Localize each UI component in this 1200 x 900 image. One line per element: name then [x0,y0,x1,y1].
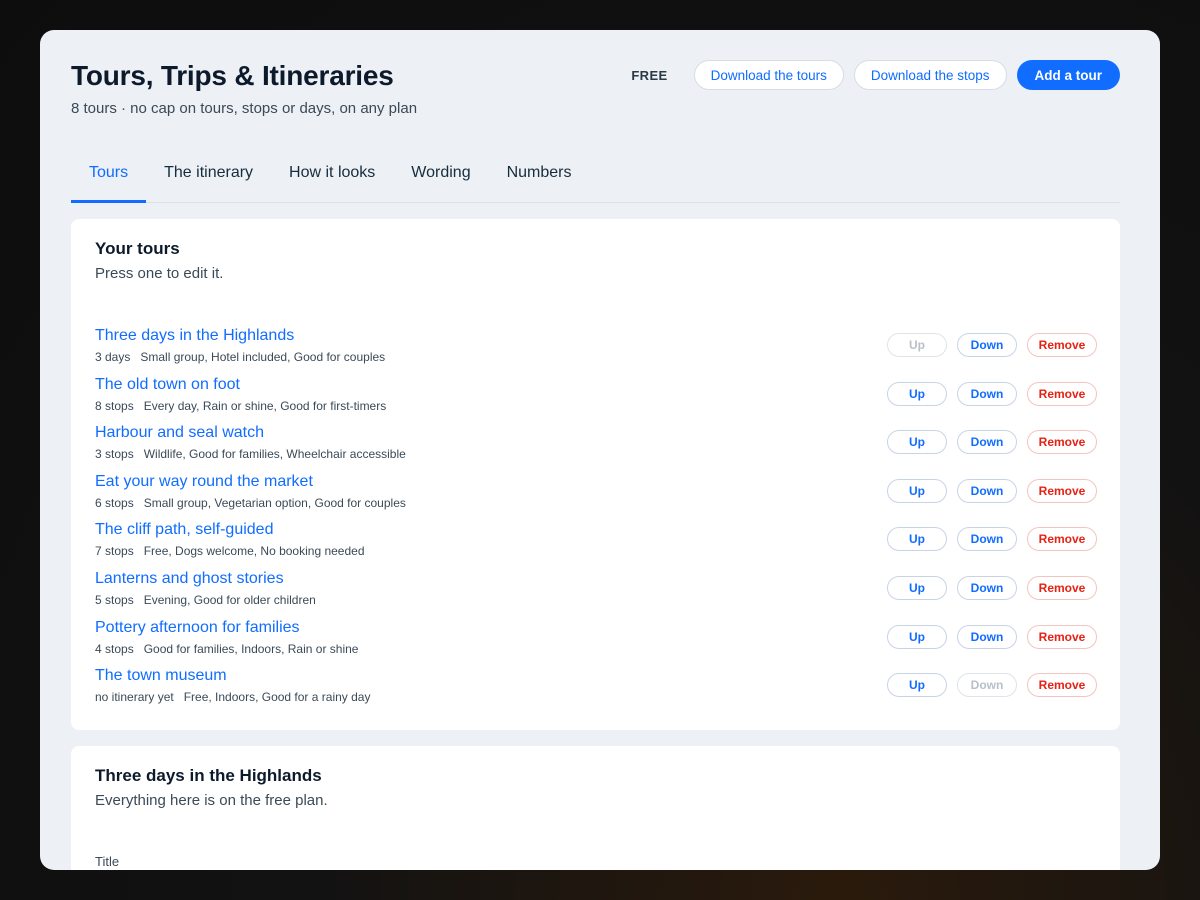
remove-tour-button[interactable]: Remove [1027,333,1097,357]
move-up-button[interactable]: Up [887,478,947,503]
tour-count: 3 days [95,350,131,364]
move-up-button[interactable]: Up [887,575,947,600]
tour-row: Harbour and seal watch 3 stops Wildlife, G… [95,424,1097,473]
header-actions: FREE Download the tours Download the sto… [631,60,1120,90]
tour-tags: Free, Indoors, Good for a rainy day [183,690,371,705]
tours-card-title: Your tours [95,239,180,258]
move-down-button: Down [957,673,1017,698]
tour-count: 6 stops [95,495,134,510]
tour-name-link[interactable]: The cliff path, self-guided [95,521,273,539]
add-tour-button[interactable]: Add a tour [1016,60,1120,90]
move-up-button[interactable]: Up [887,527,947,552]
tour-tags: Evening, Good for older children [143,592,316,607]
tour-row-actions: Up Down Remove [887,333,1097,357]
tour-row: The cliff path, self-guided 7 stops Free, … [95,521,1097,570]
tour-tags: Small group, Vegetarian option, Good for… [143,495,406,510]
tour-tags: Good for families, Indoors, Rain or shin… [143,641,359,656]
download-tours-button[interactable]: Download the tours [693,60,844,90]
move-up-button[interactable]: Up [887,624,947,649]
tab-how-it-looks[interactable]: How it looks [271,152,393,203]
plan-badge: FREE [631,67,668,83]
tour-row: Eat your way round the market 6 stops Smal… [95,473,1097,522]
tour-count: 3 stops [95,447,134,462]
move-down-button[interactable]: Down [957,430,1017,455]
tour-list: Three days in the Highlands 3 days Small g… [95,327,1097,716]
remove-tour-button[interactable]: Remove [1027,381,1097,406]
tour-tags: Free, Dogs welcome, No booking needed [143,544,365,559]
tour-tags: Wildlife, Good for families, Wheelchair … [143,447,406,462]
tour-row-actions: Up Down Remove [887,478,1097,503]
tour-row-actions: Up Down Remove [887,381,1097,406]
tour-row-actions: Up Down Remove [887,673,1097,698]
remove-tour-button[interactable]: Remove [1027,575,1097,600]
tab-wording[interactable]: Wording [393,152,488,203]
tab-bar: Tours The itinerary How it looks Wording… [71,152,1120,203]
remove-tour-button[interactable]: Remove [1027,673,1097,698]
tour-tags: Every day, Rain or shine, Good for first… [143,398,387,413]
move-up-button: Up [887,333,947,357]
move-down-button[interactable]: Down [957,478,1017,503]
tour-name-link[interactable]: Harbour and seal watch [95,424,264,442]
tab-numbers[interactable]: Numbers [489,152,590,203]
tour-row-actions: Up Down Remove [887,624,1097,649]
page-header: Tours, Trips & Itineraries 8 tours · no … [71,60,1120,130]
tab-itinerary[interactable]: The itinerary [146,152,271,203]
tour-row: The town museum no itinerary yet Free, Ind… [95,667,1097,716]
tour-row: Pottery afternoon for families 4 stops Goo… [95,619,1097,668]
remove-tour-button[interactable]: Remove [1027,624,1097,649]
tour-count: 7 stops [95,544,134,559]
remove-tour-button[interactable]: Remove [1027,527,1097,552]
tour-row: Three days in the Highlands 3 days Small g… [95,327,1097,376]
tour-row-actions: Up Down Remove [887,527,1097,552]
tour-editor-card: Three days in the Highlands Everything h… [71,746,1120,870]
move-down-button[interactable]: Down [957,575,1017,600]
tour-count: 5 stops [95,592,134,607]
remove-tour-button[interactable]: Remove [1027,430,1097,455]
tour-name-link[interactable]: The old town on foot [95,376,240,394]
tour-row: Lanterns and ghost stories 5 stops Evening… [95,570,1097,619]
move-up-button[interactable]: Up [887,673,947,698]
move-down-button[interactable]: Down [957,527,1017,552]
move-up-button[interactable]: Up [887,430,947,455]
tours-card: Your tours Press one to edit it. Three d… [71,219,1120,730]
title-field-label: Title [95,854,120,869]
remove-tour-button[interactable]: Remove [1027,478,1097,503]
tour-count: no itinerary yet [95,690,174,705]
editor-card-subtitle: Everything here is on the free plan. [95,792,328,809]
tour-count: 4 stops [95,641,134,656]
move-down-button[interactable]: Down [957,381,1017,406]
editor-card-title: Three days in the Highlands [95,766,322,785]
tour-name-link[interactable]: Pottery afternoon for families [95,619,300,637]
tour-name-link[interactable]: Three days in the Highlands [95,327,294,345]
move-down-button[interactable]: Down [957,333,1017,357]
tours-card-subtitle: Press one to edit it. [95,265,224,282]
tour-row: The old town on foot 8 stops Every day, Ra… [95,376,1097,425]
app-window: Tours, Trips & Itineraries 8 tours · no … [40,30,1160,870]
page-subtitle: 8 tours · no cap on tours, stops or days… [71,100,418,117]
tour-name-link[interactable]: Eat your way round the market [95,473,313,491]
tour-count: 8 stops [95,398,134,413]
tour-tags: Small group, Hotel included, Good for co… [140,350,386,364]
tour-row-actions: Up Down Remove [887,430,1097,455]
move-up-button[interactable]: Up [887,381,947,406]
tour-name-link[interactable]: The town museum [95,667,227,685]
tour-row-actions: Up Down Remove [887,575,1097,600]
tour-name-link[interactable]: Lanterns and ghost stories [95,570,284,588]
tab-tours[interactable]: Tours [71,152,147,203]
move-down-button[interactable]: Down [957,624,1017,649]
download-stops-button[interactable]: Download the stops [853,60,1007,90]
